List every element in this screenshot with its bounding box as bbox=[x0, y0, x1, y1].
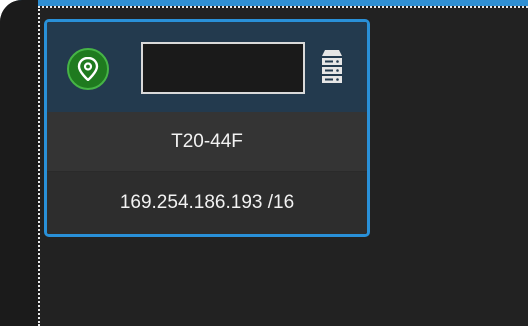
canvas-frame: T20-44F 169.254.186.193 /16 bbox=[0, 0, 528, 326]
device-ip-address: 169.254.186.193 /16 bbox=[47, 172, 367, 234]
device-name-input[interactable] bbox=[141, 42, 305, 94]
device-card[interactable]: T20-44F 169.254.186.193 /16 bbox=[44, 19, 370, 237]
device-card-header bbox=[47, 22, 367, 112]
device-model-label: T20-44F bbox=[47, 112, 367, 172]
selection-guide-vertical bbox=[38, 6, 40, 326]
left-panel bbox=[0, 0, 38, 326]
map-pin-icon[interactable] bbox=[67, 48, 109, 90]
server-icon[interactable] bbox=[321, 49, 343, 90]
selection-guide-horizontal bbox=[38, 6, 528, 8]
